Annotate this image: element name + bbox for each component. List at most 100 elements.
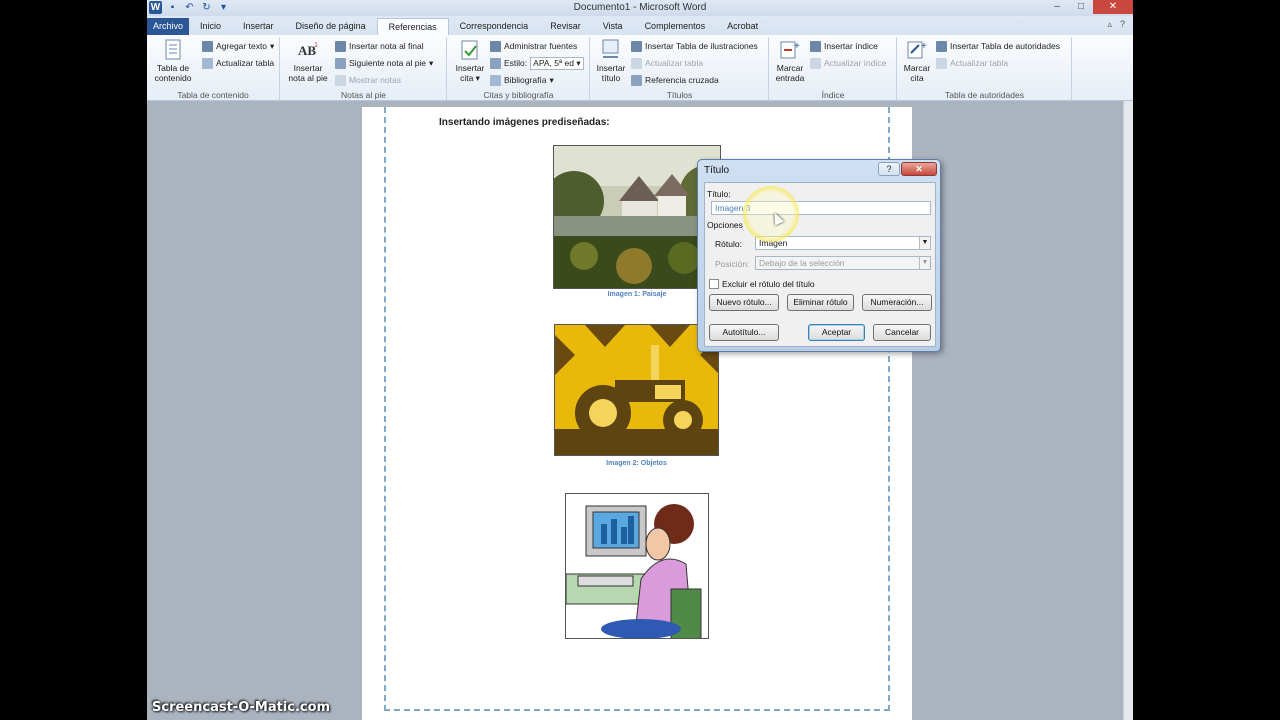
svg-text:+: + (921, 41, 927, 52)
tab-archivo[interactable]: Archivo (147, 18, 190, 35)
group-titulos: Insertar título Insertar Tabla de ilustr… (591, 37, 769, 101)
screencast-watermark: Screencast-O-Matic.com (152, 700, 331, 715)
group-label-notas-pie: Notas al pie (341, 90, 386, 100)
cancelar-button[interactable]: Cancelar (873, 324, 931, 341)
insertar-nota-pie-button[interactable]: AB 1 Insertar nota al pie (285, 39, 331, 83)
minimize-icon[interactable]: – (1045, 0, 1069, 14)
insert-index-icon (810, 40, 821, 52)
group-autoridades: + Marcar cita Insertar Tabla de autorida… (898, 37, 1072, 101)
close-icon: ✕ (915, 164, 923, 174)
estilo-dropdown[interactable]: APA, 5ª ed ▾ (530, 56, 584, 70)
group-citas: Insertar cita ▾ Administrar fuentes Esti… (448, 37, 590, 101)
caption-2: Imagen 2: Objetos (606, 460, 667, 467)
tab-acrobat[interactable]: Acrobat (716, 18, 769, 35)
authorities-table-icon (936, 40, 947, 52)
mostrar-notas-button[interactable]: Mostrar notas (335, 73, 401, 87)
nuevo-rotulo-button[interactable]: Nuevo rótulo... (709, 294, 779, 311)
estilo-selector[interactable]: Estilo: APA, 5ª ed ▾ (490, 56, 584, 70)
tabla-contenido-button[interactable]: Tabla de contenido (149, 39, 197, 83)
style-icon (490, 57, 501, 69)
group-tabla-contenido: Tabla de contenido Agregar texto ▾ Actua… (147, 37, 280, 101)
refresh-icon (810, 57, 821, 69)
citation-icon (458, 39, 482, 61)
svg-text:+: + (794, 41, 800, 52)
ribbon: Tabla de contenido Agregar texto ▾ Actua… (147, 35, 1133, 101)
group-label-titulos: Títulos (666, 90, 693, 100)
tab-correspondencia[interactable]: Correspondencia (449, 18, 540, 35)
bibliografia-button[interactable]: Bibliografía ▾ (490, 73, 554, 87)
add-text-icon (202, 40, 213, 52)
insertar-tabla-autoridades-button[interactable]: Insertar Tabla de autoridades (936, 39, 1060, 53)
siguiente-nota-button[interactable]: Siguiente nota al pie ▾ (335, 56, 433, 70)
tab-diseno-pagina[interactable]: Diseño de página (285, 18, 377, 35)
agregar-texto-button[interactable]: Agregar texto ▾ (202, 39, 274, 53)
toc-icon (161, 39, 185, 61)
titulo-label: Título: (707, 189, 731, 199)
landscape-image[interactable] (553, 145, 721, 289)
autotitulo-button[interactable]: Autotítulo... (709, 324, 779, 341)
actualizar-tabla-autoridades-button[interactable]: Actualizar tabla (936, 56, 1008, 70)
marcar-cita-button[interactable]: + Marcar cita (900, 39, 934, 83)
opciones-label: Opciones (707, 220, 743, 230)
group-label-citas: Citas y bibliografía (483, 90, 554, 100)
numeracion-button[interactable]: Numeración... (862, 294, 932, 311)
document-heading: Insertando imágenes prediseñadas: (439, 117, 610, 128)
caption-1: Imagen 1: Paisaje (607, 291, 667, 298)
insertar-titulo-button[interactable]: Insertar título (593, 39, 629, 83)
svg-text:1: 1 (314, 42, 318, 49)
help-icon[interactable]: ? (1120, 19, 1125, 30)
manage-sources-icon (490, 40, 501, 52)
aceptar-button[interactable]: Aceptar (808, 324, 865, 341)
posicion-label: Posición: (715, 259, 750, 269)
insertar-tabla-ilustraciones-button[interactable]: Insertar Tabla de ilustraciones (631, 39, 758, 53)
group-indice: + Marcar entrada Insertar índice Actuali… (770, 37, 897, 101)
computer-user-image[interactable] (565, 493, 709, 639)
excluir-label: Excluir el rótulo del título (722, 279, 815, 289)
actualizar-indice-button[interactable]: Actualizar índice (810, 56, 886, 70)
tab-complementos[interactable]: Complementos (634, 18, 717, 35)
tab-inicio[interactable]: Inicio (189, 18, 232, 35)
vertical-scrollbar[interactable] (1123, 101, 1133, 720)
refresh-icon (936, 57, 947, 69)
eliminar-rotulo-button[interactable]: Eliminar rótulo (787, 294, 854, 311)
tab-revisar[interactable]: Revisar (539, 18, 592, 35)
footnote-icon: AB 1 (296, 39, 320, 61)
referencia-cruzada-button[interactable]: Referencia cruzada (631, 73, 719, 87)
group-label-autoridades: Tabla de autoridades (945, 90, 1024, 100)
titulo-dialog: Título ? ✕ Título: Imagen 3 Opciones Rót… (697, 159, 941, 352)
insertar-cita-button[interactable]: Insertar cita ▾ (450, 39, 490, 83)
chevron-down-icon: ▼ (919, 237, 930, 249)
dialog-help-button[interactable]: ? (878, 162, 900, 176)
next-footnote-icon (335, 57, 346, 69)
dialog-body: Título: Imagen 3 Opciones Rótulo: Imagen… (704, 182, 936, 347)
tab-vista[interactable]: Vista (592, 18, 634, 35)
marcar-entrada-button[interactable]: + Marcar entrada (772, 39, 808, 83)
tab-insertar[interactable]: Insertar (232, 18, 285, 35)
bibliography-icon (490, 74, 501, 86)
illustrations-table-icon (631, 40, 642, 52)
insertar-indice-button[interactable]: Insertar índice (810, 39, 878, 53)
dialog-close-button[interactable]: ✕ (901, 162, 937, 176)
tractor-image[interactable] (554, 324, 719, 456)
chevron-down-icon: ▼ (919, 257, 930, 269)
insertar-nota-final-button[interactable]: Insertar nota al final (335, 39, 424, 53)
actualizar-tabla-button[interactable]: Actualizar tabla (202, 56, 274, 70)
posicion-select[interactable]: Debajo de la selección ▼ (755, 256, 931, 270)
rotulo-label: Rótulo: (715, 239, 742, 249)
close-icon[interactable]: ✕ (1093, 0, 1133, 14)
ribbon-collapse-icon[interactable]: ▵ (1107, 19, 1112, 30)
refresh-icon (631, 57, 642, 69)
ribbon-tabs: Archivo Inicio Insertar Diseño de página… (147, 16, 1133, 35)
ribbon-right-controls: ▵ ? (1107, 19, 1125, 30)
actualizar-tabla-titulos-button[interactable]: Actualizar tabla (631, 56, 703, 70)
administrar-fuentes-button[interactable]: Administrar fuentes (490, 39, 577, 53)
endnote-icon (335, 40, 346, 52)
cross-reference-icon (631, 74, 642, 86)
caption-icon (599, 39, 623, 61)
help-icon: ? (886, 164, 892, 174)
maximize-icon[interactable]: □ (1069, 0, 1093, 14)
excluir-checkbox[interactable] (709, 279, 719, 289)
mark-citation-icon: + (905, 39, 929, 61)
tab-referencias[interactable]: Referencias (376, 18, 449, 35)
mark-entry-icon: + (778, 39, 802, 61)
